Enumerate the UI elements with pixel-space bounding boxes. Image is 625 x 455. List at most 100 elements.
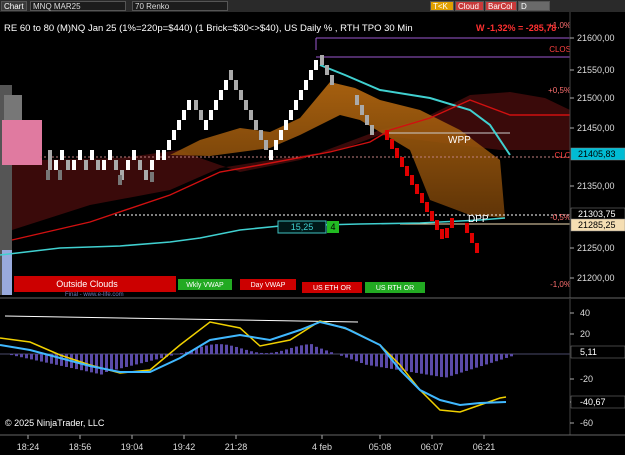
histogram-bar (365, 354, 368, 365)
histogram-bar (300, 345, 303, 354)
renko-brick (385, 130, 389, 140)
wpp-label: WPP (448, 135, 471, 146)
histogram-bar (385, 354, 388, 369)
price-tick-label: 21500,00 (577, 93, 615, 103)
renko-brick (390, 139, 394, 149)
renko-brick (314, 60, 318, 70)
renko-brick (405, 166, 409, 176)
histogram-bar (230, 345, 233, 354)
oscillator-axis[interactable] (570, 299, 625, 435)
time-tick-label: 18:56 (69, 442, 92, 452)
histogram-bar (55, 354, 58, 365)
time-tick-label: 19:04 (121, 442, 144, 452)
histogram-bar (15, 354, 18, 357)
renko-brick (114, 160, 118, 170)
osc-tick-label: -20 (580, 374, 593, 384)
renko-brick (194, 100, 198, 110)
histogram-bar (145, 354, 148, 362)
histogram-bar (325, 350, 328, 354)
histogram-bar (240, 348, 243, 354)
time-tick-label: 19:42 (173, 442, 196, 452)
histogram-bar (295, 346, 298, 354)
renko-brick (330, 75, 334, 85)
histogram-bar (510, 354, 513, 357)
histogram-bar (340, 354, 343, 356)
histogram-bar (425, 354, 428, 375)
renko-brick (304, 80, 308, 90)
price-chart[interactable]: 15,25 4 +1,0% CLOS +0,5% CLO -0,5% -1,0%… (0, 12, 625, 455)
histogram-bar (495, 354, 498, 362)
price-tick-label: 21250,00 (577, 243, 615, 253)
histogram-bar (25, 354, 28, 359)
renko-brick (239, 90, 243, 100)
histogram-bar (225, 344, 228, 354)
renko-brick (108, 150, 112, 160)
histogram-bar (40, 354, 43, 362)
renko-brick (309, 70, 313, 80)
price-badge-label: 21303,75 (578, 209, 616, 219)
histogram-bar (125, 354, 128, 367)
time-tick-label: 06:07 (421, 442, 444, 452)
histogram-bar (85, 354, 88, 372)
renko-brick (289, 110, 293, 120)
toggle-cloud-button[interactable]: Cloud (455, 1, 484, 11)
renko-brick (172, 130, 176, 140)
renko-brick (420, 193, 424, 203)
histogram-bar (330, 352, 333, 354)
histogram-bar (470, 354, 473, 370)
histogram-bar (220, 344, 223, 354)
renko-brick (445, 228, 449, 238)
histogram-bar (35, 354, 38, 361)
toggle-barcol-button[interactable]: BarCol (485, 1, 517, 11)
toggle-dvwap-button[interactable]: D VWAP (518, 1, 550, 21)
price-tick-label: 21600,00 (577, 33, 615, 43)
renko-brick (72, 160, 76, 170)
renko-brick (294, 100, 298, 110)
histogram-bar (280, 350, 283, 354)
bar-type-selector[interactable]: 70 Renko (132, 1, 228, 11)
histogram-bar (480, 354, 483, 367)
histogram-bar (500, 354, 503, 360)
renko-brick (224, 80, 228, 90)
renko-brick (430, 211, 434, 221)
renko-brick (229, 70, 233, 80)
histogram-bar (310, 344, 313, 354)
histogram-bar (150, 354, 153, 361)
histogram-bar (135, 354, 138, 365)
renko-brick (54, 160, 58, 170)
renko-brick (144, 170, 148, 180)
histogram-bar (160, 354, 163, 359)
histogram-bar (450, 354, 453, 376)
instrument-selector[interactable]: MNQ MAR25 (30, 1, 126, 11)
renko-brick (219, 90, 223, 100)
toggle-tk-button[interactable]: T<K (430, 1, 454, 11)
histogram-bar (375, 354, 378, 367)
histogram-bar (320, 348, 323, 354)
renko-brick (96, 160, 100, 170)
renko-brick (234, 80, 238, 90)
renko-brick (360, 105, 364, 115)
histogram-bar (245, 349, 248, 354)
histogram-bar (360, 354, 363, 363)
renko-brick (204, 120, 208, 130)
renko-brick (440, 229, 444, 239)
histogram-bar (210, 344, 213, 354)
svg-text:Outside Clouds: Outside Clouds (56, 279, 118, 289)
pct-label-zero: -0,5% (550, 213, 571, 222)
histogram-bar (250, 351, 253, 354)
renko-brick (450, 218, 454, 228)
histogram-bar (140, 354, 143, 364)
histogram-bar (285, 349, 288, 354)
chart-menu-button[interactable]: Chart (1, 1, 27, 11)
price-tick-label: 21550,00 (577, 65, 615, 75)
dpp-label: DPP (468, 214, 489, 225)
histogram-bar (170, 354, 173, 356)
histogram-bar (430, 354, 433, 376)
histogram-bar (345, 354, 348, 358)
renko-brick (264, 140, 268, 150)
histogram-bar (420, 354, 423, 374)
histogram-bar (215, 344, 218, 354)
histogram-bar (90, 354, 93, 373)
renko-brick (299, 90, 303, 100)
renko-brick (355, 95, 359, 105)
